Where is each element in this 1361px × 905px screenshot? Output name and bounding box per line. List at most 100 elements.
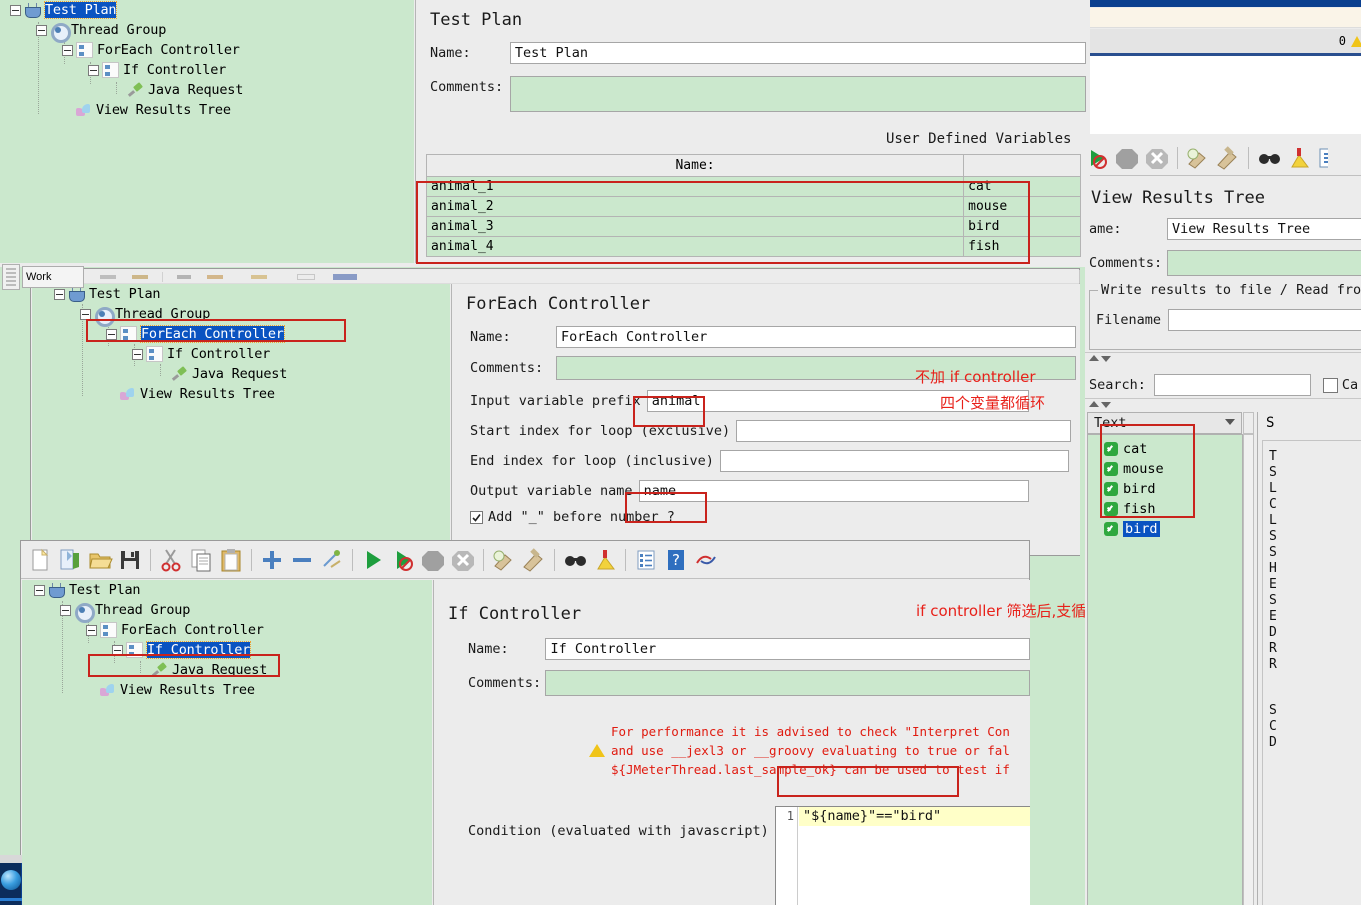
clear-all-icon[interactable] <box>521 547 547 573</box>
condition-editor[interactable]: 1 "${name}"=="bird" <box>775 806 1030 905</box>
name-input[interactable]: Test Plan <box>509 42 1086 64</box>
cell-variable-value[interactable]: bird <box>963 216 1081 237</box>
templates-icon[interactable] <box>57 547 83 573</box>
collapse-toggle-icon[interactable] <box>62 44 73 56</box>
collapse-toggle-icon[interactable] <box>88 64 99 76</box>
window-toolbar-strip[interactable] <box>32 270 1080 284</box>
cell-variable-value[interactable]: mouse <box>963 196 1081 217</box>
copy-icon[interactable] <box>188 547 214 573</box>
tree-panel-foreach[interactable]: Test Plan Thread Group ForEach Controlle… <box>32 284 450 555</box>
result-item[interactable]: bird <box>1088 479 1242 499</box>
name-input[interactable]: If Controller <box>545 638 1030 660</box>
cell-variable-name[interactable]: animal_4 <box>425 236 965 257</box>
case-sensitive-checkbox[interactable] <box>1322 377 1338 393</box>
tree-item-foreach-controller[interactable]: ForEach Controller <box>0 40 414 60</box>
collapse-toggle-icon[interactable] <box>54 288 65 300</box>
tree-item-test-plan[interactable]: Test Plan <box>32 284 450 304</box>
collapse-toggle-icon[interactable] <box>112 644 123 656</box>
tree-item-test-plan[interactable]: Test Plan <box>0 0 414 20</box>
add-underscore-checkbox[interactable] <box>470 510 483 524</box>
collapse-icon[interactable] <box>289 547 315 573</box>
help-icon[interactable]: ? <box>663 547 689 573</box>
windows-start-button[interactable] <box>0 862 22 905</box>
tree-item-java-request[interactable]: Java Request <box>0 80 414 100</box>
paste-icon[interactable] <box>218 547 244 573</box>
tree-item-if-controller[interactable]: If Controller <box>32 344 450 364</box>
collapse-toggle-icon[interactable] <box>106 328 117 340</box>
undo-redo-icon[interactable] <box>693 547 719 573</box>
table-row[interactable]: animal_3 bird <box>425 216 1081 237</box>
cell-variable-value[interactable]: cat <box>963 176 1081 197</box>
start-orb-icon[interactable] <box>1 870 21 890</box>
splitter-handle-top[interactable] <box>1085 352 1361 364</box>
search-input[interactable] <box>1153 374 1311 396</box>
expand-icon[interactable] <box>259 547 285 573</box>
start-index-input[interactable] <box>736 420 1072 442</box>
cell-variable-value[interactable]: fish <box>963 236 1081 257</box>
tree-item-view-results-tree[interactable]: View Results Tree <box>0 100 414 120</box>
stop-icon[interactable] <box>420 547 446 573</box>
table-row[interactable]: animal_1 cat <box>425 176 1081 197</box>
tree-item-if-controller[interactable]: If Controller <box>22 640 432 660</box>
main-toolbar[interactable]: ? <box>21 541 1029 579</box>
search-icon[interactable] <box>1256 145 1282 171</box>
results-list-scrollbar[interactable] <box>1243 434 1254 905</box>
end-index-input[interactable] <box>719 450 1069 472</box>
tree-item-java-request[interactable]: Java Request <box>32 364 450 384</box>
new-icon[interactable] <box>27 547 53 573</box>
shutdown-icon[interactable] <box>450 547 476 573</box>
search-reset-icon[interactable] <box>1286 145 1312 171</box>
tree-panel-if[interactable]: Test Plan Thread Group ForEach Controlle… <box>22 580 432 905</box>
start-icon[interactable] <box>360 547 386 573</box>
stop-icon[interactable] <box>1114 145 1140 171</box>
clear-icon[interactable] <box>491 547 517 573</box>
tree-panel-test-plan[interactable]: Test Plan Thread Group ForEach Controlle… <box>0 0 414 263</box>
results-list[interactable]: cat mouse bird fish bird <box>1087 434 1243 905</box>
result-item[interactable]: cat <box>1088 439 1242 459</box>
tree-item-view-results-tree[interactable]: View Results Tree <box>32 384 450 404</box>
cell-variable-name[interactable]: animal_1 <box>425 176 965 197</box>
tree-item-thread-group[interactable]: Thread Group <box>32 304 450 327</box>
tree-item-if-controller[interactable]: If Controller <box>0 60 414 80</box>
tree-item-view-results-tree[interactable]: View Results Tree <box>22 680 432 700</box>
table-row[interactable]: animal_2 mouse <box>425 196 1081 217</box>
comments-input[interactable] <box>545 670 1030 696</box>
filename-input[interactable] <box>1168 309 1361 331</box>
tree-item-test-plan[interactable]: Test Plan <box>22 580 432 600</box>
cell-variable-name[interactable]: animal_3 <box>425 216 965 237</box>
search-icon[interactable] <box>562 547 588 573</box>
result-item[interactable]: mouse <box>1088 459 1242 479</box>
chevron-down-icon[interactable] <box>1225 419 1235 425</box>
clear-all-icon[interactable] <box>1215 145 1241 171</box>
collapse-toggle-icon[interactable] <box>36 24 47 36</box>
tree-item-java-request[interactable]: Java Request <box>22 660 432 680</box>
collapse-toggle-icon[interactable] <box>10 4 21 16</box>
clear-icon[interactable] <box>1185 145 1211 171</box>
user-defined-variables-table[interactable]: Name: Value: animal_1 cat animal_2 mouse… <box>425 154 1081 257</box>
name-input[interactable]: View Results Tree <box>1167 218 1361 240</box>
cut-icon[interactable] <box>158 547 184 573</box>
results-scrollbar[interactable] <box>1243 412 1254 434</box>
renderer-select[interactable]: Text <box>1087 412 1242 434</box>
tree-item-foreach-controller[interactable]: ForEach Controller <box>32 324 450 344</box>
collapse-toggle-icon[interactable] <box>86 624 97 636</box>
collapse-toggle-icon[interactable] <box>60 604 71 616</box>
open-icon[interactable] <box>87 547 113 573</box>
comments-input[interactable] <box>1167 250 1361 276</box>
function-helper-icon[interactable] <box>633 547 659 573</box>
search-reset-icon[interactable] <box>592 547 618 573</box>
toggle-icon[interactable] <box>319 547 345 573</box>
output-variable-name-input[interactable]: name <box>638 480 1029 502</box>
tree-item-thread-group[interactable]: Thread Group <box>22 600 432 623</box>
start-no-pauses-icon[interactable] <box>390 547 416 573</box>
tree-item-foreach-controller[interactable]: ForEach Controller <box>22 620 432 640</box>
toolbar-right-window[interactable] <box>1088 140 1361 176</box>
taskbar-button-workbench[interactable]: Work <box>22 266 84 288</box>
splitter-handle-bottom[interactable] <box>1085 398 1361 410</box>
result-item[interactable]: fish <box>1088 499 1242 519</box>
condition-input[interactable]: "${name}"=="bird" <box>799 807 1030 826</box>
sampler-result-tab[interactable]: S <box>1258 412 1361 434</box>
collapse-toggle-icon[interactable] <box>80 308 91 320</box>
result-item-selected[interactable]: bird <box>1088 519 1242 539</box>
collapse-toggle-icon[interactable] <box>34 584 45 596</box>
